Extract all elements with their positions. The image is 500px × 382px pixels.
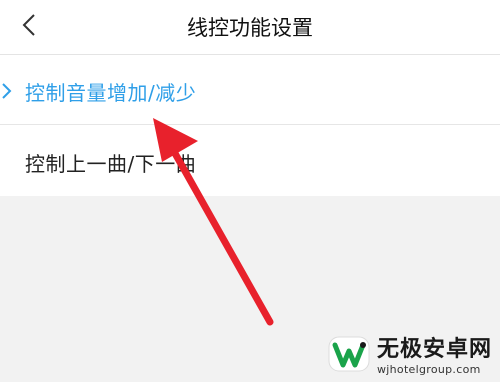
page-title: 线控功能设置 [187,16,313,40]
chevron-right-icon [2,83,12,99]
option-label: 控制上一曲/下一曲 [25,152,197,176]
settings-list: 控制音量增加/减少 控制上一曲/下一曲 [0,55,500,196]
watermark: 无极安卓网 wjhotelgroup.com [327,331,492,376]
option-label: 控制音量增加/减少 [25,81,197,105]
option-track-control[interactable]: 控制上一曲/下一曲 [0,126,500,196]
watermark-logo-icon [328,336,370,371]
watermark-url: wjhotelgroup.com [376,363,481,376]
option-volume-control[interactable]: 控制音量增加/减少 [0,55,500,125]
watermark-name: 无极安卓网 [376,337,492,362]
app-header: 线控功能设置 [0,0,500,55]
